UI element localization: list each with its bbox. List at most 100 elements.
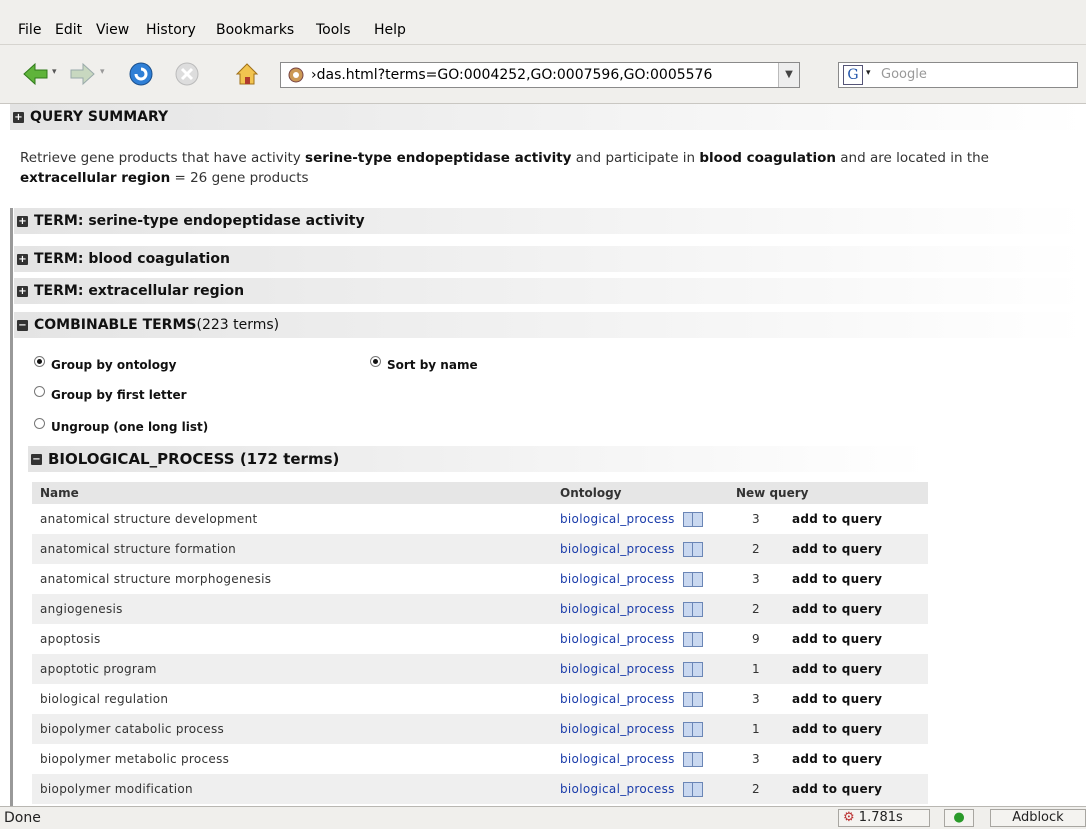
query-count: 1 bbox=[728, 714, 784, 744]
menu-bookmarks[interactable]: Bookmarks bbox=[216, 22, 294, 38]
ontology-link[interactable]: biological_process bbox=[560, 662, 675, 676]
table-row: apoptosis biological_process 9 add to query bbox=[32, 624, 928, 654]
stop-icon[interactable] bbox=[172, 59, 202, 89]
add-to-query-link[interactable]: add to query bbox=[784, 684, 928, 714]
biological-process-header[interactable]: − BIOLOGICAL_PROCESS (172 terms) bbox=[28, 446, 928, 472]
term-name: biopolymer metabolic process bbox=[40, 752, 230, 766]
menu-file[interactable]: File bbox=[18, 22, 41, 38]
engine-dropdown-icon[interactable]: ▾ bbox=[866, 68, 871, 78]
expand-icon: + bbox=[13, 111, 24, 123]
book-icon[interactable] bbox=[682, 631, 703, 647]
menu-view[interactable]: View bbox=[96, 22, 129, 38]
ontology-link[interactable]: biological_process bbox=[560, 632, 675, 646]
term-name: biopolymer catabolic process bbox=[32, 714, 552, 744]
table-row: anatomical structure morphogenesis biolog… bbox=[32, 564, 928, 594]
add-to-query-link[interactable]: add to query bbox=[784, 624, 928, 654]
book-icon[interactable] bbox=[682, 781, 703, 797]
menu-help[interactable]: Help bbox=[374, 22, 406, 38]
url-text[interactable]: ›das.html?terms=GO:0004252,GO:0007596,GO… bbox=[311, 67, 712, 83]
expand-icon: + bbox=[17, 285, 28, 297]
home-icon[interactable] bbox=[232, 59, 262, 89]
col-name: Name bbox=[32, 482, 552, 504]
ontology-link[interactable]: biological_process bbox=[560, 542, 675, 556]
radio-selected-icon bbox=[370, 356, 381, 367]
address-bar[interactable]: ›das.html?terms=GO:0004252,GO:0007596,GO… bbox=[280, 62, 800, 88]
add-to-query-link[interactable]: add to query bbox=[784, 594, 928, 624]
add-to-query-link[interactable]: add to query bbox=[784, 564, 928, 594]
book-icon[interactable] bbox=[682, 541, 703, 557]
term-extracellular: extracellular region bbox=[20, 170, 171, 186]
ontology-link[interactable]: biological_process bbox=[560, 692, 675, 706]
search-box[interactable]: G ▾ Google bbox=[838, 62, 1078, 88]
url-dropdown-icon[interactable]: ▼ bbox=[778, 63, 799, 87]
ontology-link[interactable]: biological_process bbox=[560, 512, 675, 526]
query-count: 2 bbox=[728, 774, 784, 804]
book-icon[interactable] bbox=[682, 511, 703, 527]
query-count: 3 bbox=[752, 692, 760, 706]
menu-tools[interactable]: Tools bbox=[316, 22, 351, 38]
query-count: 3 bbox=[752, 572, 760, 586]
menu-bar: File Edit View History Bookmarks Tools H… bbox=[0, 0, 1086, 45]
collapse-icon: − bbox=[17, 319, 28, 331]
term-header-1[interactable]: + TERM: serine-type endopeptidase activit… bbox=[14, 208, 1086, 234]
add-to-query-link[interactable]: add to query bbox=[784, 534, 928, 564]
forward-arrow-icon[interactable] bbox=[68, 59, 98, 89]
back-dropdown-icon[interactable]: ▾ bbox=[52, 67, 57, 77]
term-name: anatomical structure development bbox=[40, 512, 258, 526]
back-arrow-icon[interactable] bbox=[20, 59, 50, 89]
book-icon[interactable] bbox=[682, 721, 703, 737]
radio-unselected-icon bbox=[34, 386, 45, 397]
book-icon[interactable] bbox=[682, 601, 703, 617]
page-timer: ⚙ 1.781s bbox=[838, 809, 930, 827]
expand-icon: + bbox=[17, 215, 28, 227]
query-summary-header[interactable]: + QUERY SUMMARY bbox=[10, 104, 1086, 130]
forward-dropdown-icon[interactable]: ▾ bbox=[100, 67, 105, 77]
menu-edit[interactable]: Edit bbox=[55, 22, 82, 38]
query-count: 3 bbox=[752, 752, 760, 766]
group-by-letter-option[interactable]: Group by first letter bbox=[34, 386, 187, 402]
adblock-status[interactable]: Adblock bbox=[990, 809, 1086, 827]
book-icon[interactable] bbox=[682, 661, 703, 677]
expand-icon: + bbox=[17, 253, 28, 265]
combinable-terms-header[interactable]: − COMBINABLE TERMS(223 terms) bbox=[14, 312, 1086, 338]
navigation-toolbar: ▾ ▾ ›das.html?terms=GO:0004252,GO:000759… bbox=[0, 45, 1086, 104]
radio-selected-icon bbox=[34, 356, 45, 367]
term-serine: serine-type endopeptidase activity bbox=[305, 150, 572, 166]
term-name: apoptotic program bbox=[32, 654, 552, 684]
sort-by-name-option[interactable]: Sort by name bbox=[370, 356, 478, 372]
google-engine-icon[interactable]: G bbox=[843, 65, 863, 85]
add-to-query-link[interactable]: add to query bbox=[784, 654, 928, 684]
add-to-query-link[interactable]: add to query bbox=[784, 504, 928, 534]
add-to-query-link[interactable]: add to query bbox=[784, 714, 928, 744]
terms-table: Name Ontology New query anatomical struc… bbox=[32, 482, 928, 804]
book-icon[interactable] bbox=[682, 571, 703, 587]
ontology-link[interactable]: biological_process bbox=[560, 572, 675, 586]
table-row: biopolymer catabolic process biological_p… bbox=[32, 714, 928, 744]
ontology-link[interactable]: biological_process bbox=[560, 602, 675, 616]
ungroup-option[interactable]: Ungroup (one long list) bbox=[34, 418, 208, 434]
term-header-2[interactable]: + TERM: blood coagulation bbox=[14, 246, 1086, 272]
query-summary-text: Retrieve gene products that have activit… bbox=[20, 150, 989, 186]
col-new-query: New query bbox=[728, 482, 928, 504]
group-by-ontology-option[interactable]: Group by ontology bbox=[34, 356, 176, 372]
term-header-3[interactable]: + TERM: extracellular region bbox=[14, 278, 1086, 304]
radio-unselected-icon bbox=[34, 418, 45, 429]
security-status[interactable]: ● bbox=[944, 809, 974, 827]
table-row: anatomical structure development biologic… bbox=[32, 504, 928, 534]
search-placeholder[interactable]: Google bbox=[881, 67, 927, 82]
ontology-link[interactable]: biological_process bbox=[560, 782, 675, 796]
book-icon[interactable] bbox=[682, 751, 703, 767]
timer-icon: ⚙ bbox=[843, 810, 855, 825]
term-name: anatomical structure morphogenesis bbox=[40, 572, 272, 586]
menu-history[interactable]: History bbox=[146, 22, 196, 38]
add-to-query-link[interactable]: add to query bbox=[784, 744, 928, 774]
table-row: biological regulation biological_process 3… bbox=[32, 684, 928, 714]
query-count: 9 bbox=[752, 632, 760, 646]
check-icon: ● bbox=[953, 810, 965, 825]
ontology-link[interactable]: biological_process bbox=[560, 722, 675, 736]
book-icon[interactable] bbox=[682, 691, 703, 707]
term-name: apoptosis bbox=[40, 632, 101, 646]
ontology-link[interactable]: biological_process bbox=[560, 752, 675, 766]
add-to-query-link[interactable]: add to query bbox=[784, 774, 928, 804]
reload-icon[interactable] bbox=[126, 59, 156, 89]
